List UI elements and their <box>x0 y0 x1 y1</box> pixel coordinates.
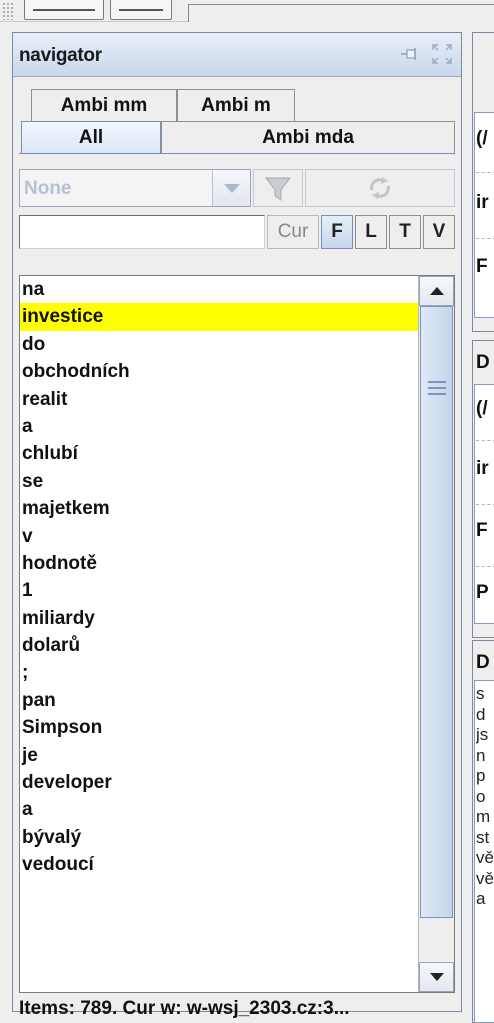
navigator-header: navigator <box>13 33 461 77</box>
toggle-l-button[interactable]: L <box>355 215 387 249</box>
toolbar-grip-icon[interactable] <box>2 2 14 20</box>
list-item[interactable]: je <box>20 742 418 769</box>
list-item[interactable]: chlubí <box>20 440 418 467</box>
right-text-line: o <box>476 786 486 806</box>
refresh-button[interactable] <box>305 169 455 207</box>
list-item[interactable]: 1 <box>20 577 418 604</box>
right-label: F <box>476 256 488 277</box>
right-text-line: s <box>476 684 485 703</box>
toolbar-field[interactable] <box>188 4 494 22</box>
tab-ambi-mda[interactable]: Ambi mda <box>161 121 455 153</box>
word-list-items: na investice do obchodních realit a chlubí se ma… <box>20 276 418 879</box>
combo-value: None <box>24 178 72 199</box>
right-text-line: st <box>476 827 490 847</box>
filter-icon <box>265 177 291 201</box>
list-item[interactable]: a <box>20 413 418 440</box>
list-item[interactable]: ; <box>20 659 418 686</box>
navigator-title: navigator <box>19 45 102 66</box>
list-item[interactable]: obchodních <box>20 358 418 385</box>
toggle-v-button[interactable]: V <box>423 215 455 249</box>
right-label: P <box>476 582 489 603</box>
list-item[interactable]: v <box>20 523 418 550</box>
right-text-line: n <box>476 745 486 765</box>
right-label: ir <box>476 192 489 213</box>
right-text-line: m <box>476 807 491 826</box>
toggle-t-button[interactable]: T <box>389 215 421 249</box>
right-text-line: vě <box>476 848 494 867</box>
list-item[interactable]: se <box>20 468 418 495</box>
scroll-down-arrow-icon[interactable] <box>419 962 454 992</box>
list-item[interactable]: pan <box>20 687 418 714</box>
list-item[interactable]: miliardy <box>20 605 418 632</box>
refresh-icon <box>370 177 390 199</box>
list-item[interactable]: a <box>20 796 418 823</box>
right-label: (/ <box>476 398 488 419</box>
scroll-thumb[interactable] <box>420 306 453 918</box>
right-label: F <box>476 520 488 541</box>
tab-ambi-m[interactable]: Ambi m <box>177 89 295 122</box>
filter-combo[interactable]: None <box>19 169 251 207</box>
right-text-line: p <box>476 766 486 785</box>
right-text-line: a <box>476 889 486 908</box>
right-label: (/ <box>476 128 488 149</box>
tab-all[interactable]: All <box>21 121 161 153</box>
pin-icon[interactable] <box>401 47 419 61</box>
list-item[interactable]: hodnotě <box>20 550 418 577</box>
maximize-icon[interactable] <box>431 43 453 65</box>
list-item[interactable]: developer <box>20 769 418 796</box>
right-label: ir <box>476 458 489 479</box>
right-text-line: d <box>476 704 486 724</box>
list-item[interactable]: majetkem <box>20 495 418 522</box>
status-bar: Items: 789. Cur w: w-wsj_2303.cz:3... <box>19 998 350 1019</box>
scroll-up-arrow-icon[interactable] <box>419 276 454 306</box>
toolbar-button-1[interactable] <box>24 0 104 20</box>
right-text-line: vě <box>476 868 494 888</box>
list-item-selected[interactable]: investice <box>20 303 418 331</box>
search-input[interactable] <box>19 215 265 249</box>
right-label: D <box>476 352 490 373</box>
top-toolbar <box>0 0 494 22</box>
toolbar-button-2[interactable] <box>110 0 172 20</box>
tab-divider <box>19 153 455 154</box>
list-item[interactable]: Simpson <box>20 714 418 741</box>
right-text-lines: s d js n p o m st vě vě a <box>476 684 494 910</box>
list-item[interactable]: do <box>20 331 418 358</box>
navigator-panel: navigator Ambi mm Ambi m All Ambi mda No… <box>12 32 462 1019</box>
list-item[interactable]: vedoucí <box>20 851 418 878</box>
list-item[interactable]: bývalý <box>20 824 418 851</box>
list-item[interactable]: realit <box>20 386 418 413</box>
toggle-f-button[interactable]: F <box>321 215 353 249</box>
word-list[interactable]: na investice do obchodních realit a chlubí se ma… <box>19 275 455 993</box>
list-item[interactable]: na <box>20 276 418 303</box>
filter-button[interactable] <box>253 169 303 207</box>
right-label: D <box>476 652 490 673</box>
tab-ambi-mm[interactable]: Ambi mm <box>31 89 177 122</box>
chevron-down-icon[interactable] <box>212 170 250 206</box>
right-text-line: js <box>476 725 489 744</box>
scrollbar[interactable] <box>418 276 454 992</box>
cur-button[interactable]: Cur <box>267 215 319 249</box>
list-item[interactable]: dolarů <box>20 632 418 659</box>
